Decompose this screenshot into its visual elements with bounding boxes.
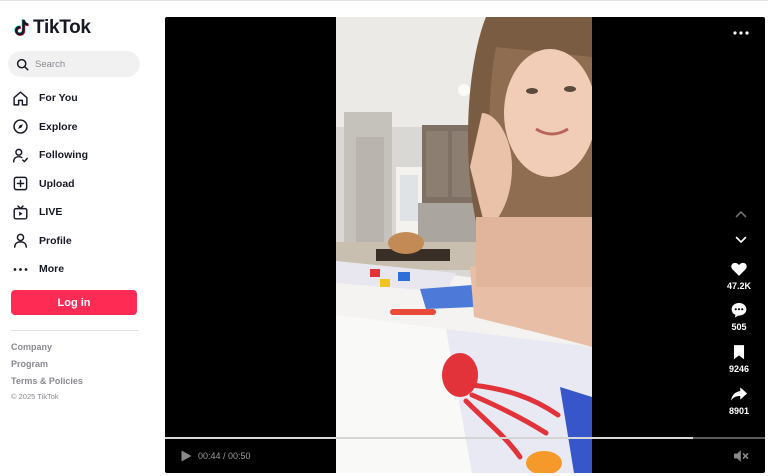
playback-time: 00:44 / 00:50 [198,451,251,461]
video-player[interactable]: 47.2K 505 9246 8901 00:44 / 00:50 [165,17,765,473]
copyright: © 2025 TikTok [11,392,59,401]
sidebar-divider [11,330,139,331]
more-dots-icon [13,267,28,271]
chevron-up-icon [735,211,747,218]
chevron-down-icon [735,236,747,243]
tiktok-logo-icon [14,19,29,36]
nav-label-live: LIVE [39,206,63,219]
footer-link-terms[interactable]: Terms & Policies [11,376,83,393]
nav-item-live[interactable]: LIVE [12,198,142,227]
like-button[interactable]: 47.2K [724,260,754,291]
progress-bar[interactable] [165,437,765,439]
nav-label-upload: Upload [39,177,75,190]
share-arrow-icon [731,387,748,401]
nav-label-for-you: For You [39,92,78,105]
main-nav: For You Explore Following Upload LIVE Pr… [12,84,142,284]
nav-item-for-you[interactable]: For You [12,84,142,113]
save-count: 9246 [728,364,750,374]
footer-link-program[interactable]: Program [11,359,83,376]
nav-item-more[interactable]: More [12,255,142,284]
nav-item-explore[interactable]: Explore [12,113,142,142]
more-options-button[interactable] [731,26,751,40]
previous-video-button[interactable] [733,207,749,221]
footer-links: Company Program Terms & Policies [11,342,83,393]
search-input[interactable] [35,58,131,70]
next-video-button[interactable] [733,233,749,247]
nav-label-more: More [39,263,65,276]
mute-button[interactable] [733,449,749,463]
nav-item-profile[interactable]: Profile [12,227,142,256]
nav-item-upload[interactable]: Upload [12,170,142,199]
live-icon [13,205,28,220]
search-icon [16,58,29,71]
following-icon [12,148,29,163]
nav-label-profile: Profile [39,234,72,247]
speaker-muted-icon [734,450,749,462]
login-button[interactable]: Log in [11,290,137,315]
play-icon [181,450,192,462]
home-icon [13,91,28,106]
comment-count: 505 [731,322,747,332]
share-button[interactable]: 8901 [724,385,754,416]
profile-icon [13,233,28,249]
search-bar[interactable] [8,51,140,77]
nav-item-following[interactable]: Following [12,141,142,170]
upload-icon [13,176,28,191]
sidebar: TikTok For You Explore Following Upload … [0,0,152,476]
nav-label-explore: Explore [39,120,78,133]
logo-wordmark: TikTok [33,17,91,38]
nav-label-following: Following [39,149,88,162]
bookmark-icon [733,345,745,360]
tiktok-logo[interactable]: TikTok [12,17,91,39]
save-button[interactable]: 9246 [724,343,754,374]
comment-icon [731,302,747,318]
like-count: 47.2K [726,281,752,291]
heart-icon [731,262,747,276]
video-frame[interactable] [336,17,592,473]
more-horizontal-icon [733,31,749,35]
footer-link-company[interactable]: Company [11,342,83,359]
video-scene [336,17,592,473]
progress-fill [165,437,693,439]
play-button[interactable] [179,449,193,463]
comment-button[interactable]: 505 [724,301,754,332]
compass-icon [13,119,28,134]
share-count: 8901 [728,406,750,416]
